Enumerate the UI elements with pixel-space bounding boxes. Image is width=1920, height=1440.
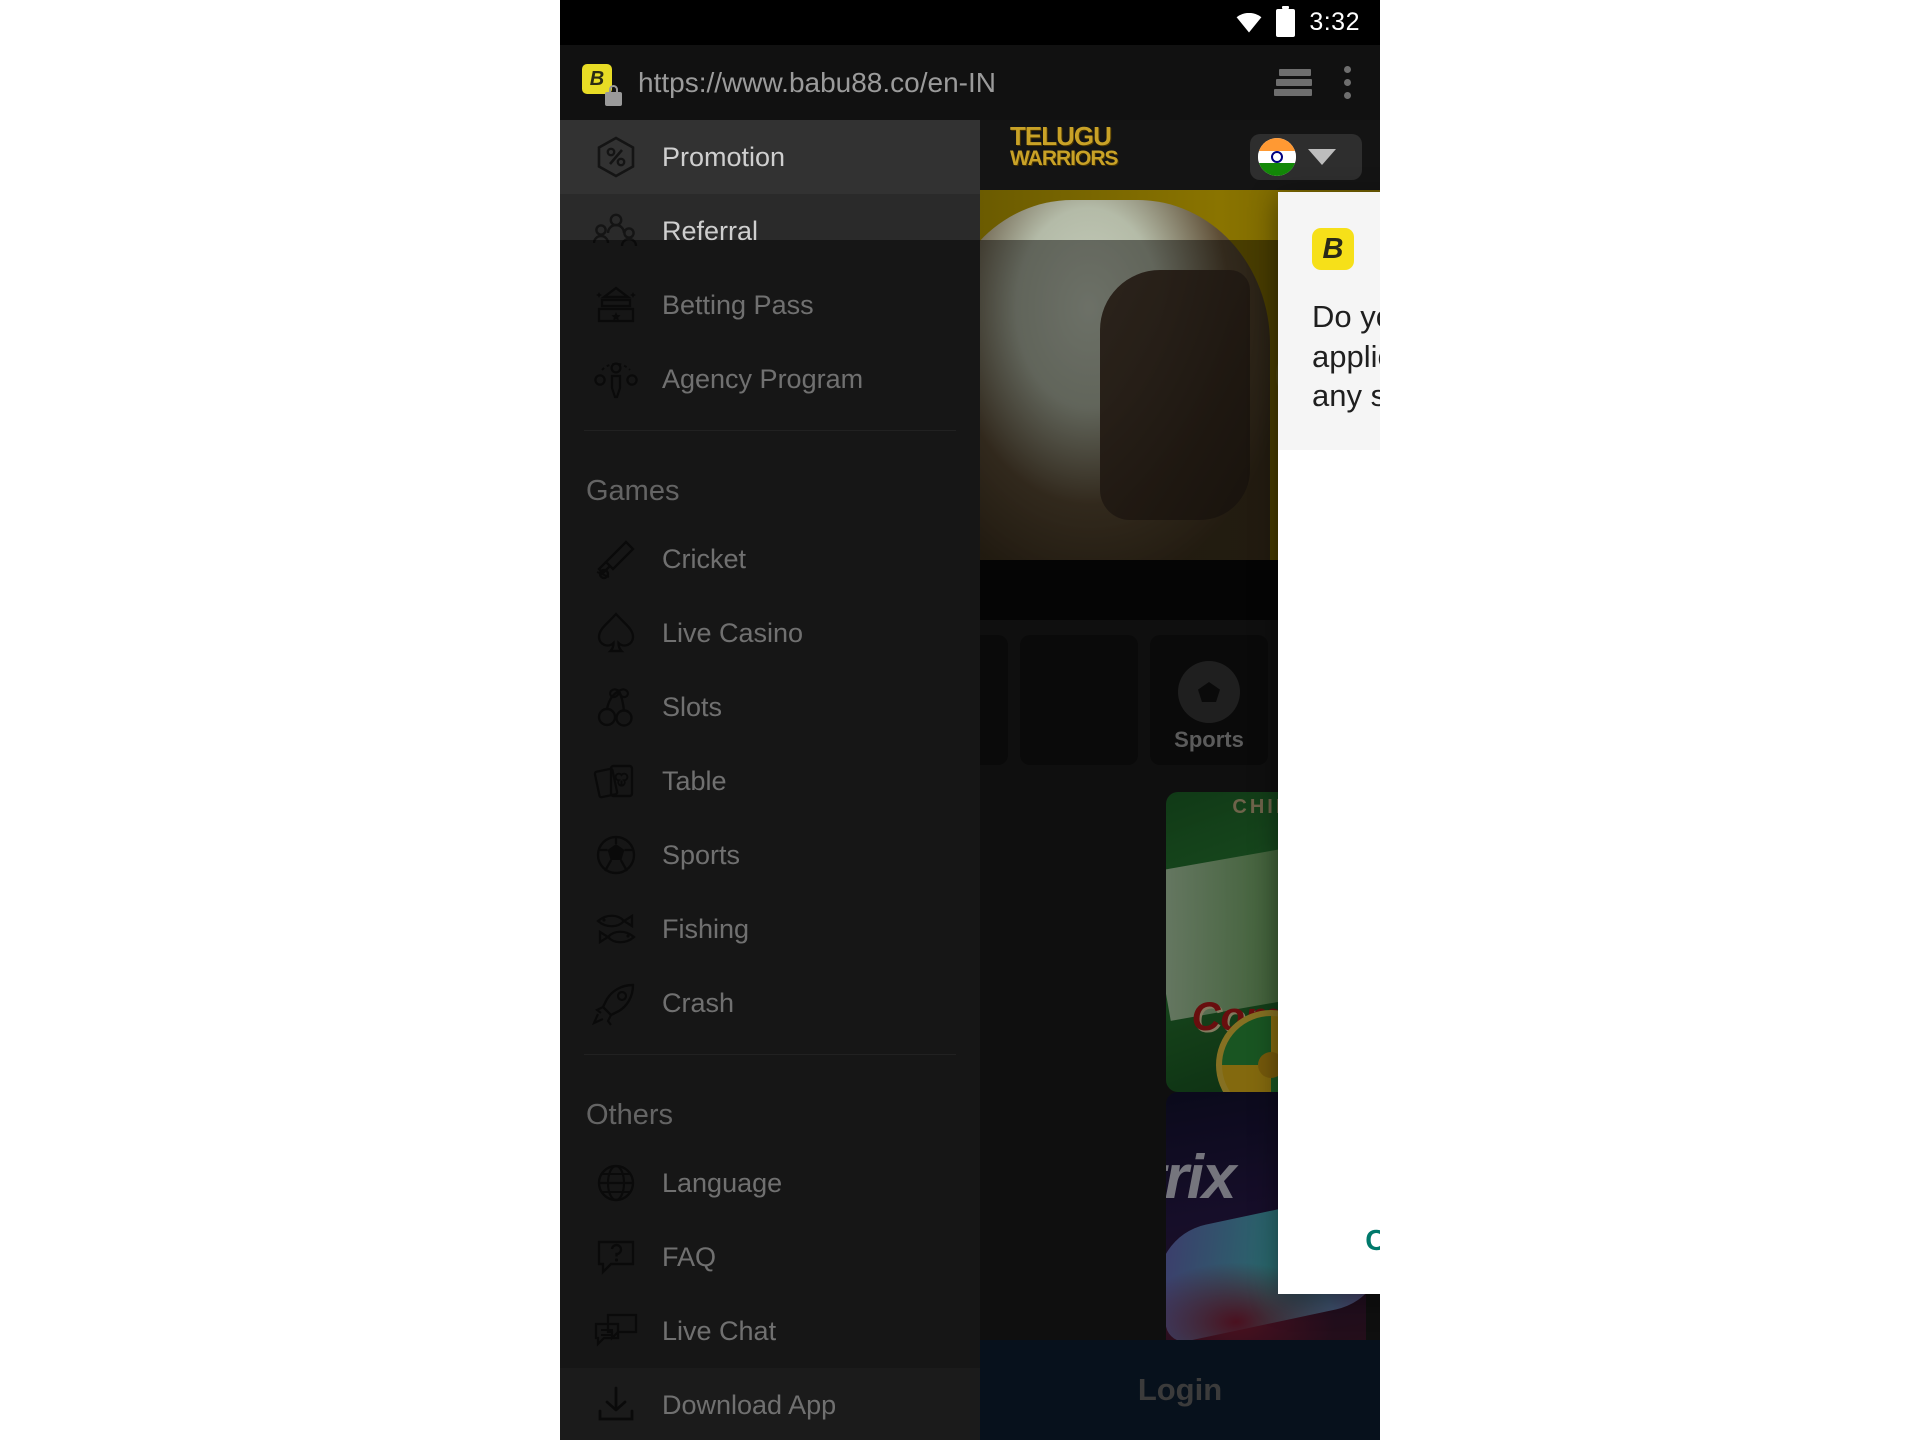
web-page-body: Promotion Referral Betting Pass Agency P… xyxy=(560,120,1380,1440)
install-dialog-body xyxy=(1278,450,1380,1188)
sponsor-logo-line2: WARRIORS xyxy=(1010,146,1118,170)
battery-icon xyxy=(1276,5,1296,37)
status-bar: 3:32 xyxy=(560,0,1380,45)
screen-root: 3:32 B https://www.babu88.co/en-IN Promo… xyxy=(0,0,1920,1440)
phone-viewport: 3:32 B https://www.babu88.co/en-IN Promo… xyxy=(560,0,1380,1440)
lock-icon xyxy=(605,84,622,106)
sponsor-logo: TELUGU WARRIORS xyxy=(1010,123,1118,170)
content-top-bar: TELUGU WARRIORS xyxy=(980,120,1380,190)
app-icon-letter: B xyxy=(1322,232,1344,265)
drawer-item-label: Promotion xyxy=(662,141,786,172)
site-favicon-letter: B xyxy=(589,67,605,90)
country-selector[interactable] xyxy=(1250,134,1362,180)
status-bar-clock: 3:32 xyxy=(1309,8,1360,36)
percent-hexagon-icon xyxy=(586,131,646,183)
drawer-item-promotion[interactable]: Promotion xyxy=(560,120,980,194)
install-dialog-title-row: B babu xyxy=(1312,228,1380,270)
install-dialog-message: Do you want to install this application?… xyxy=(1312,299,1380,414)
wifi-icon xyxy=(1236,12,1262,33)
install-dialog-actions: CANCEL INSTALL xyxy=(1278,1188,1380,1294)
app-icon: B xyxy=(1312,228,1354,270)
site-favicon: B xyxy=(582,63,622,106)
url-text[interactable]: https://www.babu88.co/en-IN xyxy=(638,67,996,99)
cancel-button[interactable]: CANCEL xyxy=(1349,1211,1380,1272)
install-dialog-header: B babu Do you want to install this appli… xyxy=(1278,192,1380,451)
browser-url-bar[interactable]: B https://www.babu88.co/en-IN xyxy=(560,45,1380,120)
install-dialog: B babu Do you want to install this appli… xyxy=(1278,192,1380,1294)
chevron-down-icon[interactable] xyxy=(1308,149,1336,165)
tabs-icon[interactable] xyxy=(1274,67,1314,99)
overflow-menu-icon[interactable] xyxy=(1344,65,1352,100)
india-flag-icon xyxy=(1258,138,1296,176)
dialog-scrim[interactable] xyxy=(560,240,1380,1440)
